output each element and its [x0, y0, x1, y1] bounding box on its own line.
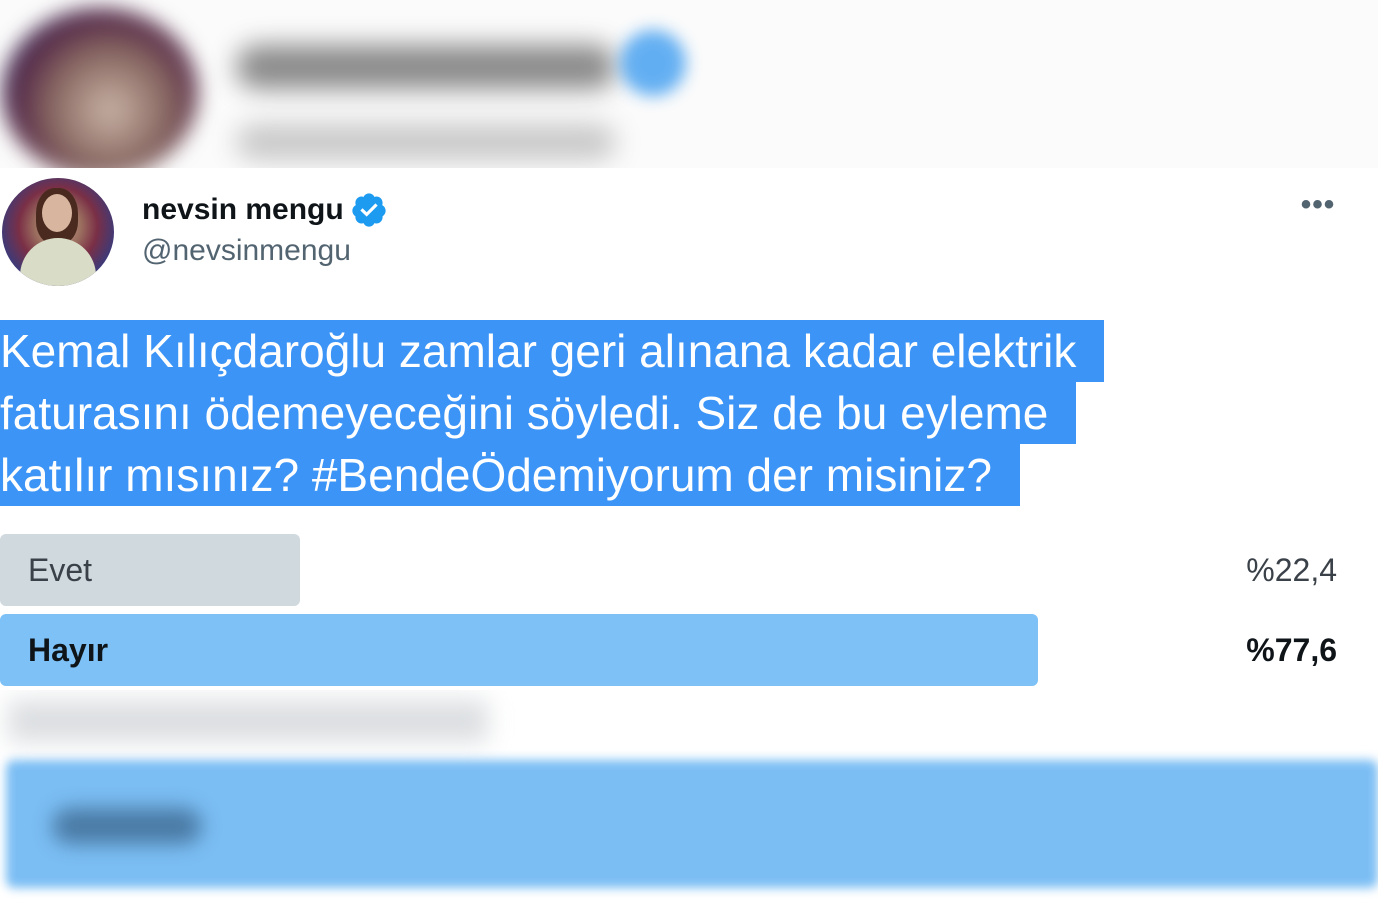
avatar-shirt: [20, 238, 96, 286]
poll-option-label: Evet: [28, 552, 93, 588]
avatar[interactable]: [2, 178, 114, 286]
blurred-verified-icon: [620, 30, 686, 96]
display-name[interactable]: nevsin mengu: [142, 193, 344, 227]
poll-bar: [0, 614, 1038, 686]
poll-option-label: Hayır: [28, 632, 109, 668]
blurred-poll-label: [52, 808, 202, 844]
blurred-background-header: [0, 0, 1378, 170]
blurred-avatar: [2, 8, 198, 170]
author-name-row: nevsin mengu: [142, 190, 388, 230]
poll-option-hayir[interactable]: Hayır %77,6: [0, 614, 1345, 686]
tweet-text-line: faturasını ödemeyeceğini söyledi. Siz de…: [0, 382, 1077, 444]
user-handle[interactable]: @nevsinmengu: [142, 234, 351, 268]
more-options-icon[interactable]: •••: [1292, 190, 1344, 220]
blurred-poll-row: [6, 760, 1378, 888]
avatar-face: [42, 194, 72, 232]
poll-option-evet[interactable]: Evet %22,4: [0, 534, 1345, 606]
blurred-background-poll: [0, 690, 1378, 911]
tweet-text-line: Kemal Kılıçdaroğlu zamlar geri alınana k…: [0, 320, 1105, 382]
blurred-display-name: [236, 45, 616, 89]
blurred-handle: [236, 124, 616, 160]
poll-option-percent: %77,6: [1246, 632, 1337, 668]
tweet-text: Kemal Kılıçdaroğlu zamlar geri alınana k…: [0, 320, 1300, 506]
verified-badge-icon: [352, 193, 386, 227]
blurred-poll-row: [8, 700, 488, 742]
tweet-text-line: katılır mısınız? #BendeÖdemiyorum der mi…: [0, 444, 1020, 506]
poll-option-percent: %22,4: [1246, 552, 1337, 588]
